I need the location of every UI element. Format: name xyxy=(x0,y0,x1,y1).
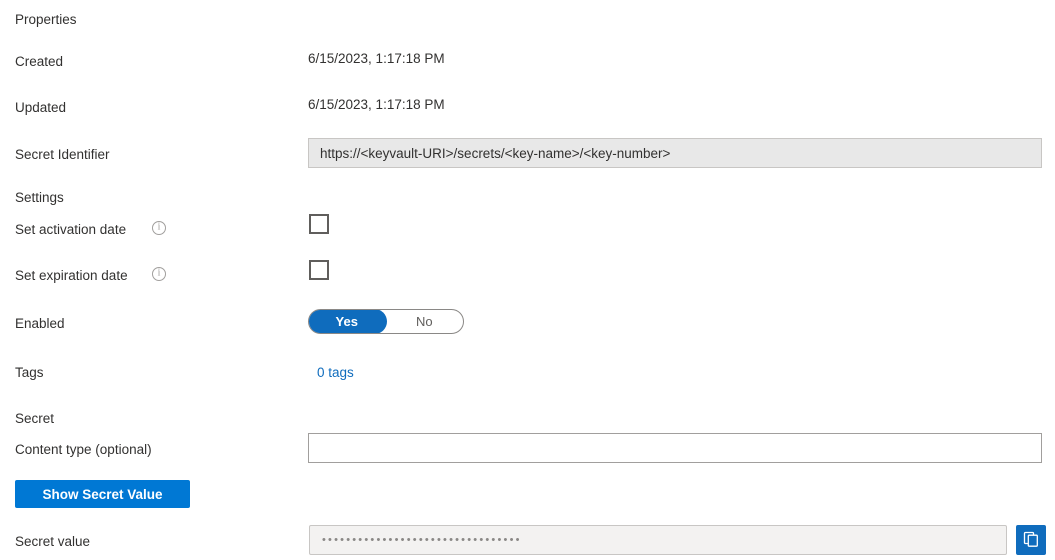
tags-link[interactable]: 0 tags xyxy=(317,364,354,382)
info-icon-activation-date[interactable] xyxy=(152,221,166,235)
copy-icon xyxy=(1022,530,1040,551)
secret-value-masked-text: ••••••••••••••••••••••••••••••••• xyxy=(322,534,522,546)
enabled-toggle-yes[interactable]: Yes xyxy=(309,310,386,333)
secret-identifier-field[interactable]: https://<keyvault-URI>/secrets/<key-name… xyxy=(308,138,1042,168)
set-activation-date-checkbox[interactable] xyxy=(309,214,329,234)
created-label: Created xyxy=(15,54,64,69)
updated-value: 6/15/2023, 1:17:18 PM xyxy=(308,97,445,112)
secret-identifier-label: Secret Identifier xyxy=(15,147,110,162)
content-type-input[interactable] xyxy=(308,433,1042,463)
tags-label: Tags xyxy=(15,365,44,380)
set-expiration-date-label: Set expiration date xyxy=(15,268,128,283)
secret-section-title: Secret xyxy=(15,411,55,426)
enabled-toggle-no[interactable]: No xyxy=(386,310,464,333)
set-activation-date-label: Set activation date xyxy=(15,222,127,237)
enabled-toggle[interactable]: Yes No xyxy=(308,309,464,334)
secret-value-label: Secret value xyxy=(15,534,91,549)
enabled-label: Enabled xyxy=(15,316,65,331)
copy-secret-value-button[interactable] xyxy=(1016,525,1046,555)
secret-value-field[interactable]: ••••••••••••••••••••••••••••••••• xyxy=(309,525,1007,555)
properties-section-title: Properties xyxy=(15,12,77,27)
settings-section-title: Settings xyxy=(15,190,64,205)
content-type-label: Content type (optional) xyxy=(15,442,152,457)
show-secret-value-button[interactable]: Show Secret Value xyxy=(15,480,190,508)
created-value: 6/15/2023, 1:17:18 PM xyxy=(308,51,445,66)
set-expiration-date-checkbox[interactable] xyxy=(309,260,329,280)
info-icon-expiration-date[interactable] xyxy=(152,267,166,281)
updated-label: Updated xyxy=(15,100,67,115)
